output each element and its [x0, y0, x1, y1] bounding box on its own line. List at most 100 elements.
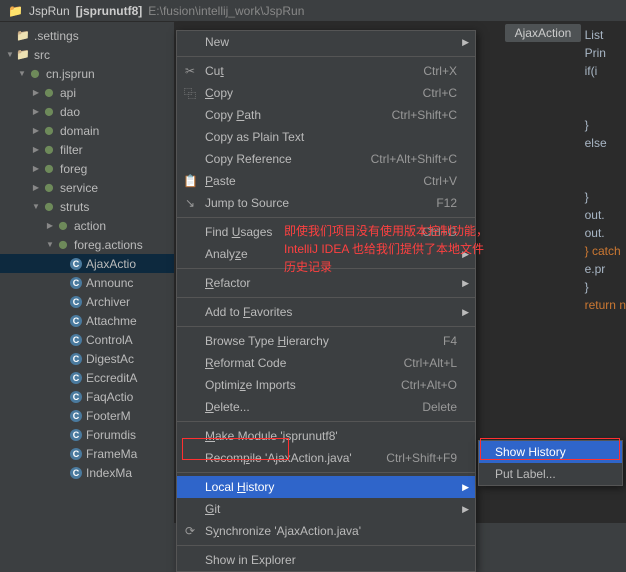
tree-item-domain[interactable]: domain — [0, 121, 174, 140]
code-line: else — [585, 134, 626, 152]
package-icon — [42, 200, 56, 214]
menu-item-recompile--ajaxaction-java-[interactable]: Recompile 'AjaxAction.java'Ctrl+Shift+F9 — [177, 447, 475, 469]
module-name: [jsprunutf8] — [76, 4, 143, 18]
menu-shortcut: Ctrl+Alt+L — [404, 356, 457, 370]
tree-item-footerm[interactable]: FooterM — [0, 406, 174, 425]
menu-item-paste[interactable]: 📋PasteCtrl+V — [177, 170, 475, 192]
menu-item-copy-reference[interactable]: Copy ReferenceCtrl+Alt+Shift+C — [177, 148, 475, 170]
tree-item-foreg-actions[interactable]: foreg.actions — [0, 235, 174, 254]
menu-separator — [177, 56, 475, 57]
code-line: List — [585, 26, 626, 44]
code-line: out. — [585, 224, 626, 242]
tree-item-digestac[interactable]: DigestAc — [0, 349, 174, 368]
tree-item-api[interactable]: api — [0, 83, 174, 102]
menu-item-copy[interactable]: ⿻CopyCtrl+C — [177, 82, 475, 104]
menu-shortcut: Ctrl+Shift+F9 — [386, 451, 457, 465]
menu-item-copy-as-plain-text[interactable]: Copy as Plain Text — [177, 126, 475, 148]
menu-item-show-in-explorer[interactable]: Show in Explorer — [177, 549, 475, 571]
menu-item-label: Show History — [495, 445, 566, 459]
tree-item-label: foreg.actions — [74, 238, 143, 252]
tree-item-action[interactable]: action — [0, 216, 174, 235]
tree-arrow-icon[interactable] — [44, 240, 56, 249]
tree-arrow-icon[interactable] — [30, 126, 42, 135]
package-icon — [42, 143, 56, 157]
menu-item-find-usages[interactable]: Find UsagesCtrl+G — [177, 221, 475, 243]
tree-item-service[interactable]: service — [0, 178, 174, 197]
tree-arrow-icon[interactable] — [44, 221, 56, 230]
menu-item-make-module--jsprunutf8-[interactable]: Make Module 'jsprunutf8' — [177, 425, 475, 447]
breadcrumb[interactable]: AjaxAction — [505, 24, 582, 42]
tree-item-attachme[interactable]: Attachme — [0, 311, 174, 330]
menu-item-reformat-code[interactable]: Reformat CodeCtrl+Alt+L — [177, 352, 475, 374]
tree-item-forumdis[interactable]: Forumdis — [0, 425, 174, 444]
menu-icon: ⟳ — [183, 524, 197, 538]
class-icon — [70, 448, 82, 460]
menu-item-label: Refactor — [205, 276, 250, 290]
menu-item-new[interactable]: New▶ — [177, 31, 475, 53]
menu-shortcut: F4 — [443, 334, 457, 348]
class-icon — [70, 467, 82, 479]
menu-item-git[interactable]: Git▶ — [177, 498, 475, 520]
submenu-item-put-label---[interactable]: Put Label... — [479, 463, 622, 485]
menu-item-label: Paste — [205, 174, 236, 188]
tree-arrow-icon[interactable] — [30, 107, 42, 116]
tree-item-announc[interactable]: Announc — [0, 273, 174, 292]
tree-item-filter[interactable]: filter — [0, 140, 174, 159]
menu-item-refactor[interactable]: Refactor▶ — [177, 272, 475, 294]
tree-arrow-icon[interactable] — [30, 164, 42, 173]
tree-item-label: struts — [60, 200, 89, 214]
tree-arrow-icon[interactable] — [30, 183, 42, 192]
tree-item-label: foreg — [60, 162, 87, 176]
tree-item-eccredita[interactable]: EccreditA — [0, 368, 174, 387]
tree-item-label: Forumdis — [86, 428, 136, 442]
class-icon — [70, 429, 82, 441]
menu-item-delete---[interactable]: Delete...Delete — [177, 396, 475, 418]
submenu-arrow-icon: ▶ — [462, 249, 469, 260]
package-icon — [42, 105, 56, 119]
tree-item-foreg[interactable]: foreg — [0, 159, 174, 178]
tree-item-cn-jsprun[interactable]: cn.jsprun — [0, 64, 174, 83]
tree-item-dao[interactable]: dao — [0, 102, 174, 121]
menu-separator — [177, 326, 475, 327]
code-line: } — [585, 278, 626, 296]
menu-shortcut: Ctrl+V — [423, 174, 457, 188]
tree-item-controla[interactable]: ControlA — [0, 330, 174, 349]
project-name: JspRun — [29, 4, 70, 18]
tree-item-label: src — [34, 48, 50, 62]
tree-item-faqactio[interactable]: FaqActio — [0, 387, 174, 406]
menu-item-optimize-imports[interactable]: Optimize ImportsCtrl+Alt+O — [177, 374, 475, 396]
tree-arrow-icon[interactable] — [30, 145, 42, 154]
tree-item-label: filter — [60, 143, 83, 157]
menu-item-copy-path[interactable]: Copy PathCtrl+Shift+C — [177, 104, 475, 126]
menu-item-local-history[interactable]: Local History▶ — [177, 476, 475, 498]
tree-item-archiver[interactable]: Archiver — [0, 292, 174, 311]
menu-separator — [177, 297, 475, 298]
code-line — [585, 80, 626, 98]
tree-item-ajaxactio[interactable]: AjaxActio — [0, 254, 174, 273]
package-icon — [56, 219, 70, 233]
tree-arrow-icon[interactable] — [30, 88, 42, 97]
tree-arrow-icon[interactable] — [30, 202, 42, 211]
menu-item-analyze[interactable]: Analyze▶ — [177, 243, 475, 265]
tree-item-framema[interactable]: FrameMa — [0, 444, 174, 463]
menu-item-synchronize--ajaxaction-java-[interactable]: ⟳ Synchronize 'AjaxAction.java' — [177, 520, 475, 542]
tree-arrow-icon[interactable] — [16, 69, 28, 78]
tree-item-label: service — [60, 181, 98, 195]
tree-arrow-icon[interactable] — [4, 50, 16, 59]
package-icon — [42, 181, 56, 195]
tree-item--settings[interactable]: .settings — [0, 26, 174, 45]
tree-item-indexma[interactable]: IndexMa — [0, 463, 174, 482]
menu-item-cut[interactable]: ✂CutCtrl+X — [177, 60, 475, 82]
menu-item-browse-type-hierarchy[interactable]: Browse Type HierarchyF4 — [177, 330, 475, 352]
menu-item-label: Synchronize 'AjaxAction.java' — [205, 524, 361, 538]
menu-item-add-to-favorites[interactable]: Add to Favorites▶ — [177, 301, 475, 323]
tree-item-src[interactable]: src — [0, 45, 174, 64]
tree-item-struts[interactable]: struts — [0, 197, 174, 216]
menu-shortcut: Ctrl+X — [423, 64, 457, 78]
project-tree-sidebar: .settings src cn.jsprunapidaodomain filter f… — [0, 22, 175, 523]
code-line: e.pr — [585, 260, 626, 278]
submenu-item-show-history[interactable]: Show History — [479, 441, 622, 463]
tree-item-label: IndexMa — [86, 466, 132, 480]
tree-item-label: FooterM — [86, 409, 131, 423]
menu-item-jump-to-source[interactable]: ↘Jump to SourceF12 — [177, 192, 475, 214]
